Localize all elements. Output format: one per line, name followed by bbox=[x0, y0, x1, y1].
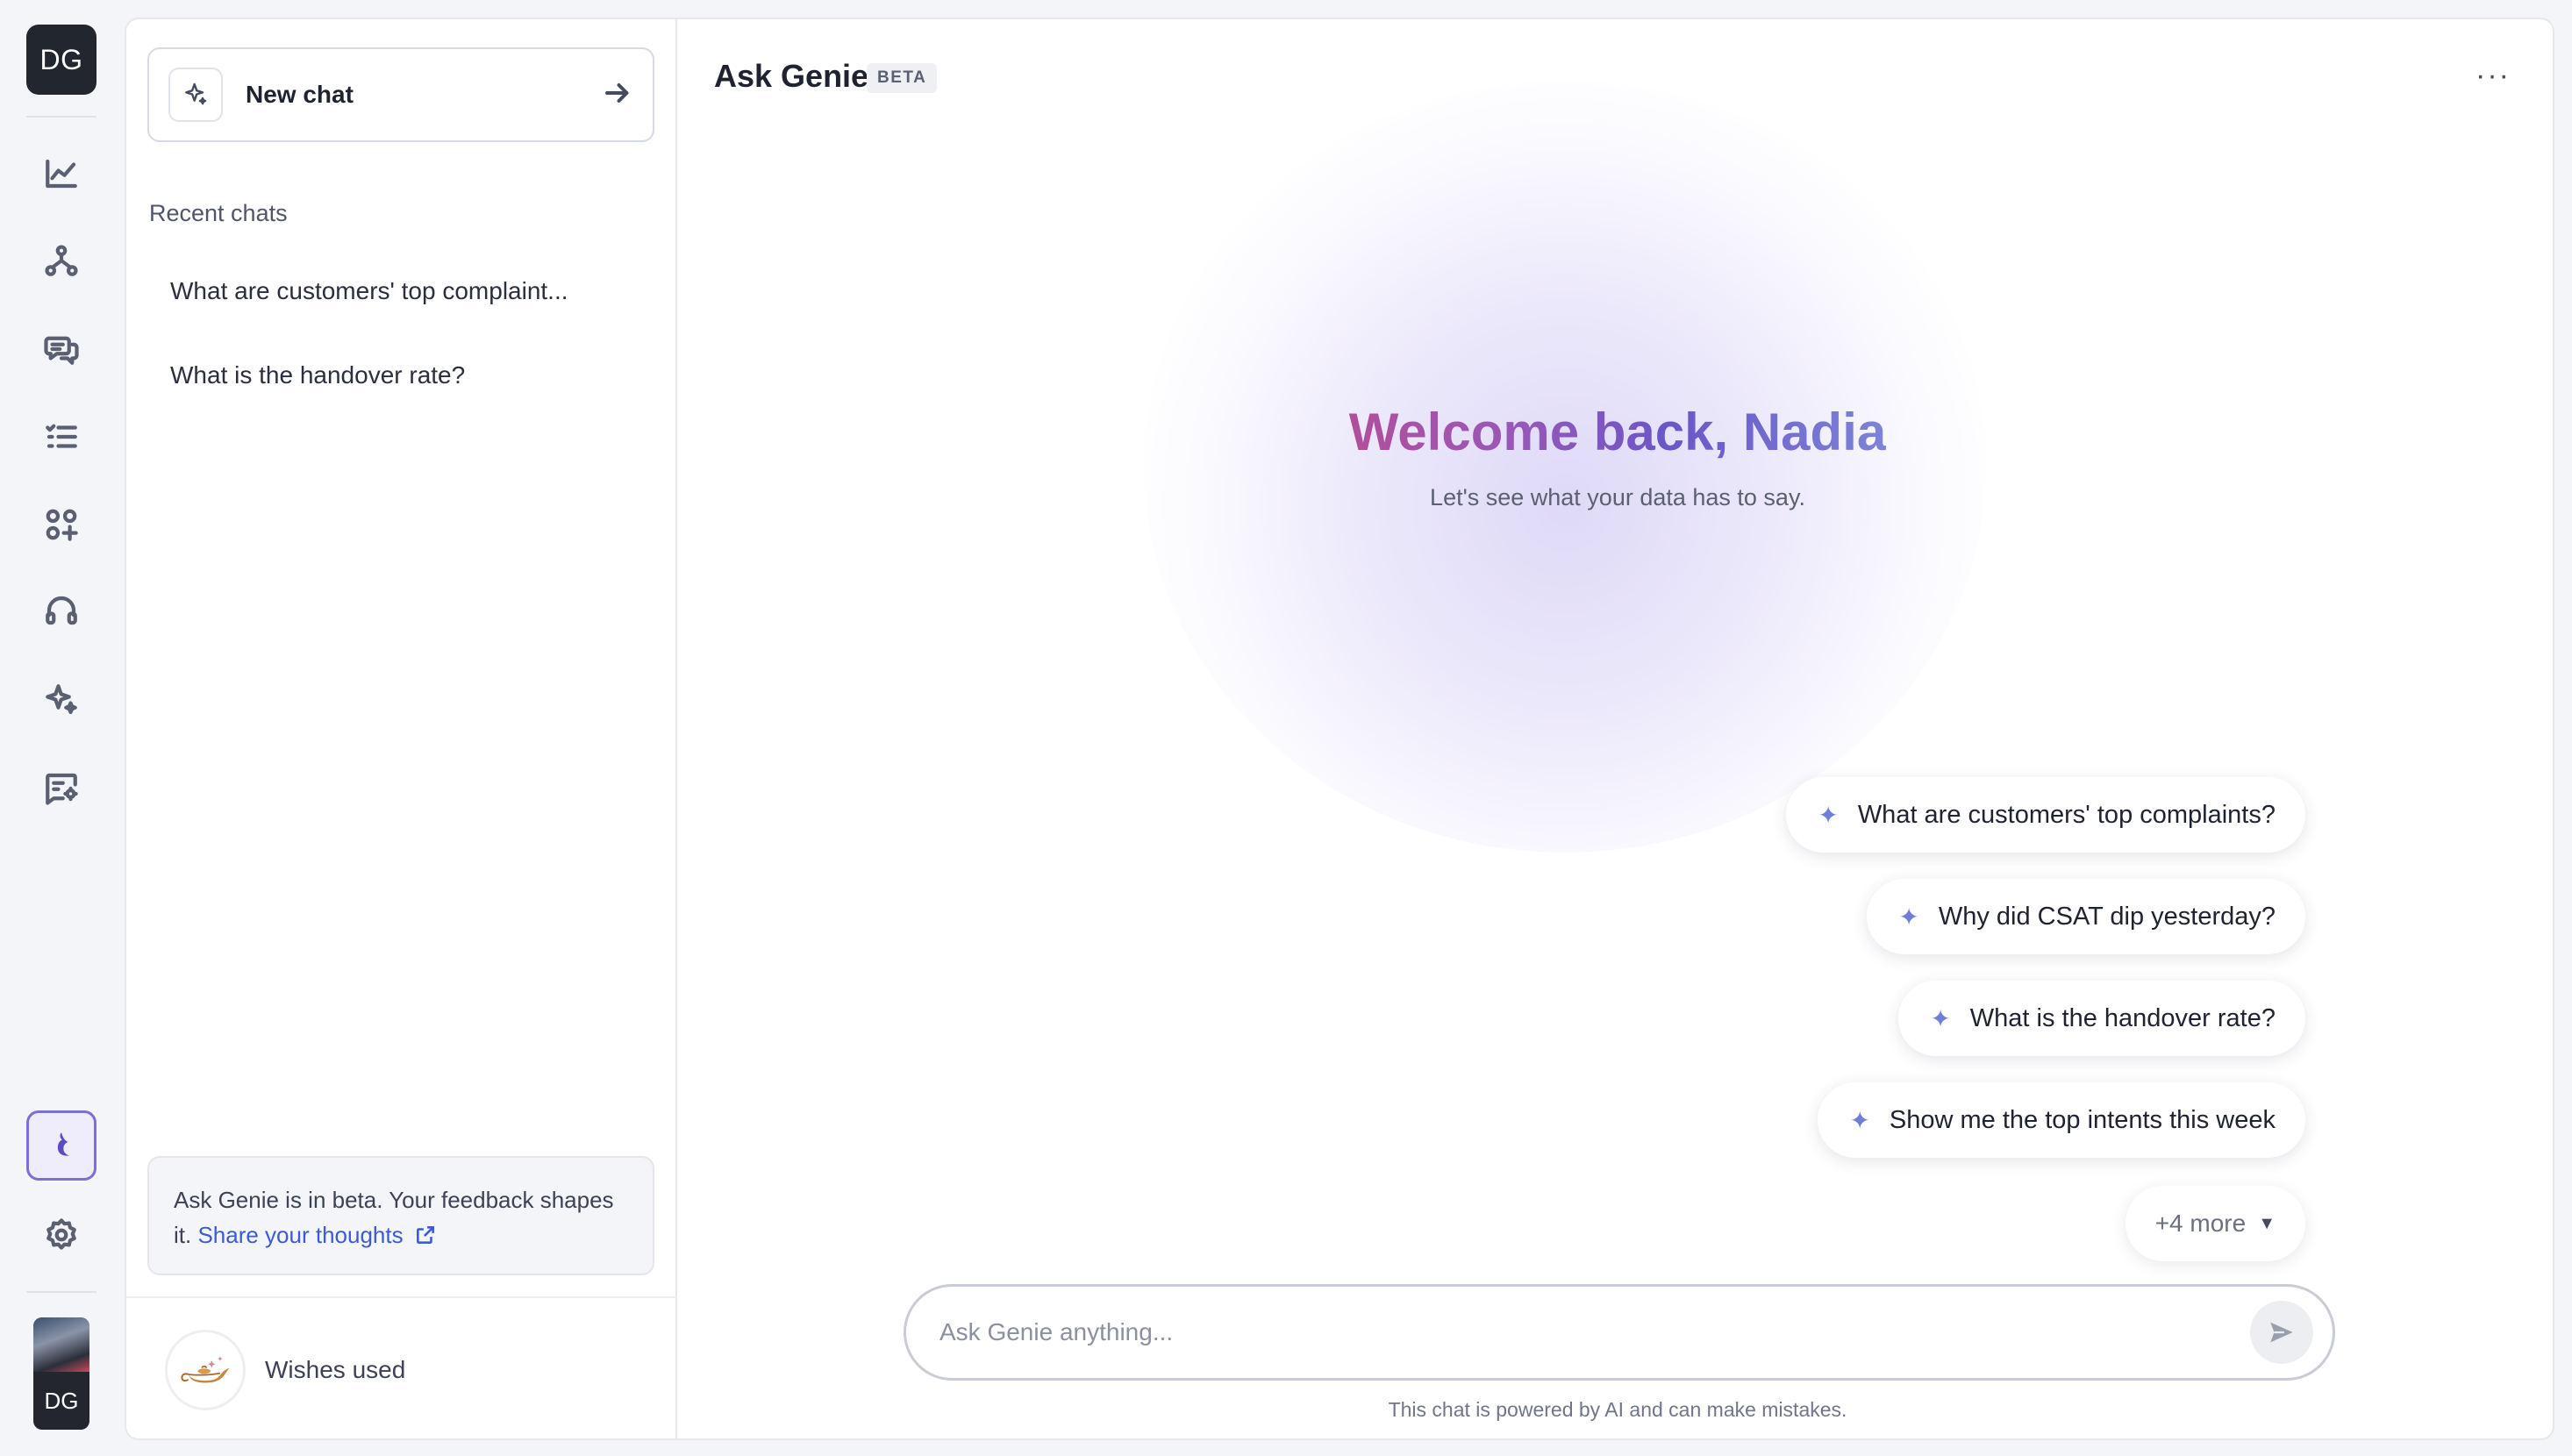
welcome-heading: Welcome back, Nadia bbox=[679, 402, 2553, 462]
welcome-text: Welcome back, Nadia bbox=[1348, 403, 1887, 461]
app-card: New chat Recent chats What are customers… bbox=[125, 18, 2554, 1440]
rail-divider bbox=[26, 1291, 96, 1293]
analytics-icon[interactable] bbox=[35, 147, 88, 200]
icon-rail: DG DG bbox=[0, 0, 123, 1456]
more-suggestions-button[interactable]: +4 more ▼ bbox=[2125, 1186, 2305, 1261]
share-feedback-link[interactable]: Share your thoughts bbox=[197, 1222, 403, 1248]
workspace-logo[interactable]: DG bbox=[26, 25, 96, 95]
apps-add-icon[interactable] bbox=[35, 498, 88, 551]
sparkle-icon: ✦ bbox=[1849, 1106, 1870, 1134]
more-options-icon[interactable]: ··· bbox=[2476, 61, 2511, 90]
beta-feedback-notice: Ask Genie is in beta. Your feedback shap… bbox=[147, 1156, 654, 1275]
recent-chat-item[interactable]: What are customers' top complaint... bbox=[149, 258, 656, 325]
background-glow bbox=[1144, 81, 1986, 853]
avatar-photo bbox=[33, 1317, 89, 1372]
suggestion-label: What is the handover rate? bbox=[1969, 1003, 2276, 1032]
suggestion-chip[interactable]: ✦ Why did CSAT dip yesterday? bbox=[1867, 879, 2305, 954]
headset-icon[interactable] bbox=[35, 584, 88, 637]
sidebar-divider bbox=[126, 1296, 677, 1298]
welcome-subtitle: Let's see what your data has to say. bbox=[1430, 484, 1805, 510]
magic-lamp-icon bbox=[165, 1330, 246, 1410]
conversations-icon[interactable] bbox=[35, 323, 88, 375]
chat-sidebar: New chat Recent chats What are customers… bbox=[126, 19, 677, 1438]
suggestion-chip[interactable]: ✦ What are customers' top complaints? bbox=[1786, 777, 2305, 853]
chat-settings-icon[interactable] bbox=[35, 761, 88, 814]
wishes-used[interactable]: Wishes used bbox=[165, 1330, 405, 1410]
suggestion-label: What are customers' top complaints? bbox=[1857, 800, 2276, 829]
sparkle-icon bbox=[168, 68, 223, 122]
recent-chats-title: Recent chats bbox=[149, 200, 288, 226]
new-chat-label: New chat bbox=[246, 81, 354, 108]
external-link-icon[interactable] bbox=[404, 1222, 437, 1248]
rail-divider bbox=[26, 116, 96, 118]
suggestion-label: Show me the top intents this week bbox=[1889, 1105, 2276, 1134]
beta-badge: BETA bbox=[867, 63, 938, 93]
recent-chat-item[interactable]: What is the handover rate? bbox=[149, 342, 656, 409]
gear-icon[interactable] bbox=[35, 1209, 88, 1261]
suggestion-chip[interactable]: ✦ What is the handover rate? bbox=[1898, 981, 2305, 1056]
ask-genie-main: Ask Genie BETA ··· Welcome back, Nadia L… bbox=[679, 19, 2553, 1438]
send-icon bbox=[2270, 1322, 2293, 1343]
caret-down-icon: ▼ bbox=[2258, 1213, 2276, 1233]
suggestion-chip[interactable]: ✦ Show me the top intents this week bbox=[1818, 1082, 2305, 1158]
ask-genie-input[interactable] bbox=[939, 1318, 2250, 1346]
sparkle-icon: ✦ bbox=[1818, 801, 1839, 829]
send-button[interactable] bbox=[2250, 1301, 2313, 1364]
suggestion-label: Why did CSAT dip yesterday? bbox=[1938, 902, 2276, 931]
ai-disclaimer: This chat is powered by AI and can make … bbox=[1388, 1398, 1847, 1421]
new-chat-button[interactable]: New chat bbox=[147, 47, 654, 142]
workflow-icon[interactable] bbox=[35, 235, 88, 288]
tasks-list-icon[interactable] bbox=[35, 410, 88, 463]
arrow-right-icon bbox=[602, 77, 633, 113]
sparkle-icon: ✦ bbox=[1930, 1004, 1951, 1032]
chat-composer bbox=[904, 1284, 2335, 1381]
genie-icon[interactable] bbox=[26, 1110, 96, 1181]
sparkle-icon: ✦ bbox=[1898, 903, 1919, 931]
more-suggestions-label: +4 more bbox=[2154, 1210, 2247, 1237]
avatar[interactable]: DG bbox=[33, 1317, 89, 1430]
wishes-used-label: Wishes used bbox=[265, 1356, 406, 1383]
sparkle-ai-icon[interactable] bbox=[35, 674, 88, 726]
avatar-initials: DG bbox=[44, 1387, 79, 1414]
page-title: Ask Genie bbox=[714, 58, 869, 94]
